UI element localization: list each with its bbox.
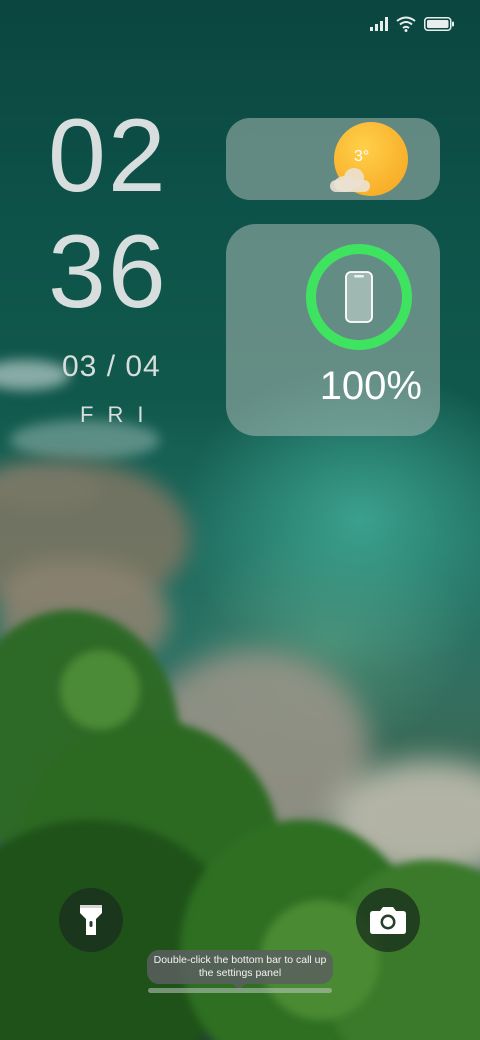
cloud-icon: [330, 166, 370, 192]
cellular-signal-icon: [370, 17, 388, 31]
date-label: 03 / 04: [62, 350, 161, 383]
camera-icon: [370, 907, 406, 934]
settings-hint-tooltip: Double-click the bottom bar to call up t…: [147, 950, 333, 990]
status-bar: [370, 16, 454, 32]
camera-button[interactable]: [356, 888, 420, 952]
weekday-label: FRI: [80, 402, 158, 427]
phone-icon: [345, 271, 373, 323]
flashlight-button[interactable]: [59, 888, 123, 952]
clock-hour: 02: [48, 98, 168, 214]
weather-widget[interactable]: 3°: [226, 118, 440, 200]
battery-widget[interactable]: 100%: [226, 224, 440, 436]
bottom-bar[interactable]: [148, 988, 332, 993]
battery-icon: [424, 17, 454, 31]
wifi-icon: [396, 16, 416, 32]
weather-temperature: 3°: [354, 148, 370, 165]
battery-ring: [306, 244, 412, 350]
flashlight-icon: [80, 905, 102, 935]
battery-percentage: 100%: [319, 364, 422, 408]
clock-minute: 36: [48, 214, 168, 330]
